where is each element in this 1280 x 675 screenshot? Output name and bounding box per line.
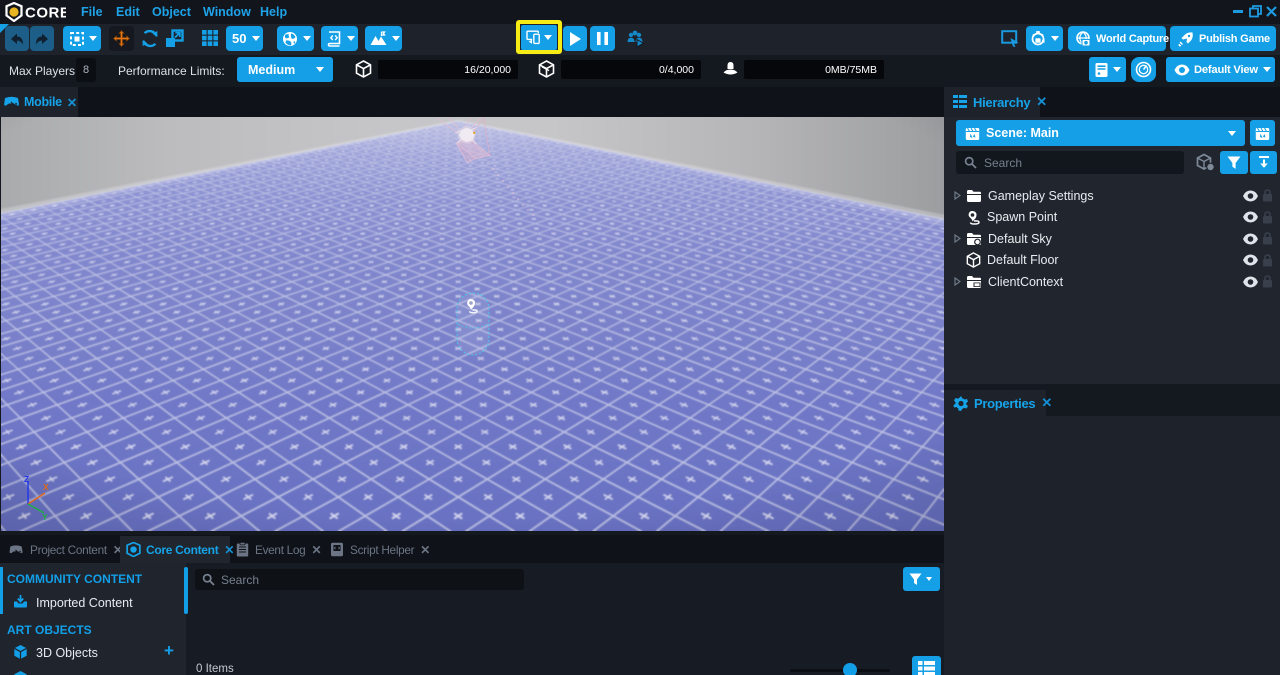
svg-text:X: X <box>43 482 49 492</box>
svg-text:Y: Y <box>42 512 48 522</box>
svg-text:Z: Z <box>24 474 29 484</box>
svg-text:CORE: CORE <box>25 5 66 22</box>
